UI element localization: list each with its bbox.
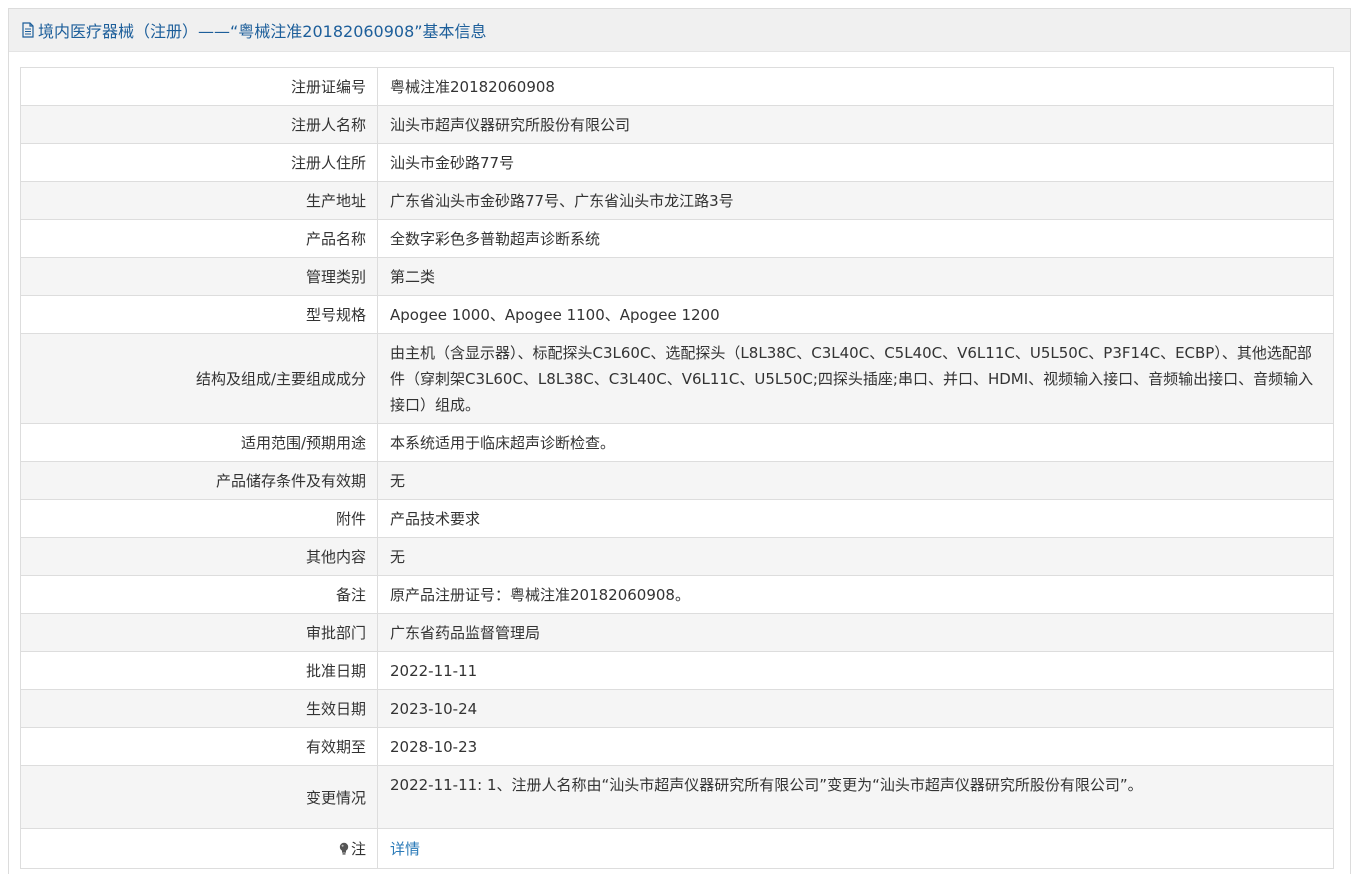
row-value: 产品技术要求: [377, 499, 1334, 538]
table-row: 附件 产品技术要求: [20, 499, 1334, 538]
row-label: 生效日期: [20, 689, 378, 728]
row-value: 全数字彩色多普勒超声诊断系统: [377, 219, 1334, 258]
row-value: 无: [377, 461, 1334, 500]
row-label: 注: [350, 840, 366, 858]
row-value: 无: [377, 537, 1334, 576]
row-value: 本系统适用于临床超声诊断检查。: [377, 423, 1334, 462]
row-value: 汕头市超声仪器研究所股份有限公司: [377, 105, 1334, 144]
row-label: 型号规格: [20, 295, 378, 334]
note-label-cell: 注: [20, 828, 378, 869]
row-value: 2022-11-11: [377, 651, 1334, 690]
row-label: 注册证编号: [20, 67, 378, 106]
row-value: 由主机（含显示器）、标配探头C3L60C、选配探头（L8L38C、C3L40C、…: [377, 333, 1334, 424]
table-row: 变更情况 2022-11-11: 1、注册人名称由“汕头市超声仪器研究所有限公司…: [20, 765, 1334, 829]
row-label: 结构及组成/主要组成成分: [20, 333, 378, 424]
row-label: 产品储存条件及有效期: [20, 461, 378, 500]
row-label: 备注: [20, 575, 378, 614]
panel-header: 境内医疗器械（注册）——“粤械注准20182060908”基本信息: [9, 9, 1350, 52]
row-value: 第二类: [377, 257, 1334, 296]
table-row: 有效期至 2028-10-23: [20, 727, 1334, 766]
lightbulb-icon: [338, 842, 350, 856]
table-row: 注 详情: [20, 828, 1334, 869]
table-row: 注册人名称 汕头市超声仪器研究所股份有限公司: [20, 105, 1334, 144]
row-label: 审批部门: [20, 613, 378, 652]
row-value: 汕头市金砂路77号: [377, 143, 1334, 182]
row-label: 产品名称: [20, 219, 378, 258]
row-label: 其他内容: [20, 537, 378, 576]
table-row: 适用范围/预期用途 本系统适用于临床超声诊断检查。: [20, 423, 1334, 462]
table-row: 注册证编号 粤械注准20182060908: [20, 67, 1334, 106]
document-icon: [21, 22, 35, 38]
row-label: 变更情况: [20, 765, 378, 829]
row-value: 2028-10-23: [377, 727, 1334, 766]
row-value: 2022-11-11: 1、注册人名称由“汕头市超声仪器研究所有限公司”变更为“…: [377, 765, 1334, 829]
table-row: 产品名称 全数字彩色多普勒超声诊断系统: [20, 219, 1334, 258]
row-label: 批准日期: [20, 651, 378, 690]
table-row: 型号规格 Apogee 1000、Apogee 1100、Apogee 1200: [20, 295, 1334, 334]
page-title: 境内医疗器械（注册）——“粤械注准20182060908”基本信息: [38, 22, 487, 41]
row-label: 注册人住所: [20, 143, 378, 182]
details-link[interactable]: 详情: [390, 840, 420, 858]
row-label: 有效期至: [20, 727, 378, 766]
table-row: 管理类别 第二类: [20, 257, 1334, 296]
info-panel: 境内医疗器械（注册）——“粤械注准20182060908”基本信息 注册证编号 …: [8, 8, 1351, 874]
table-row: 生效日期 2023-10-24: [20, 689, 1334, 728]
row-value: 粤械注准20182060908: [377, 67, 1334, 106]
row-value: 原产品注册证号：粤械注准20182060908。: [377, 575, 1334, 614]
row-value: 广东省药品监督管理局: [377, 613, 1334, 652]
info-table: 注册证编号 粤械注准20182060908 注册人名称 汕头市超声仪器研究所股份…: [20, 67, 1334, 869]
table-row: 结构及组成/主要组成成分 由主机（含显示器）、标配探头C3L60C、选配探头（L…: [20, 333, 1334, 424]
row-value: 2023-10-24: [377, 689, 1334, 728]
row-label: 附件: [20, 499, 378, 538]
table-row: 其他内容 无: [20, 537, 1334, 576]
table-row: 审批部门 广东省药品监督管理局: [20, 613, 1334, 652]
row-value: 广东省汕头市金砂路77号、广东省汕头市龙江路3号: [377, 181, 1334, 220]
row-value: 详情: [377, 828, 1334, 869]
row-value: Apogee 1000、Apogee 1100、Apogee 1200: [377, 295, 1334, 334]
table-row: 备注 原产品注册证号：粤械注准20182060908。: [20, 575, 1334, 614]
table-row: 批准日期 2022-11-11: [20, 651, 1334, 690]
table-row: 生产地址 广东省汕头市金砂路77号、广东省汕头市龙江路3号: [20, 181, 1334, 220]
row-label: 生产地址: [20, 181, 378, 220]
row-label: 适用范围/预期用途: [20, 423, 378, 462]
row-label: 管理类别: [20, 257, 378, 296]
row-label: 注册人名称: [20, 105, 378, 144]
table-row: 注册人住所 汕头市金砂路77号: [20, 143, 1334, 182]
table-row: 产品储存条件及有效期 无: [20, 461, 1334, 500]
